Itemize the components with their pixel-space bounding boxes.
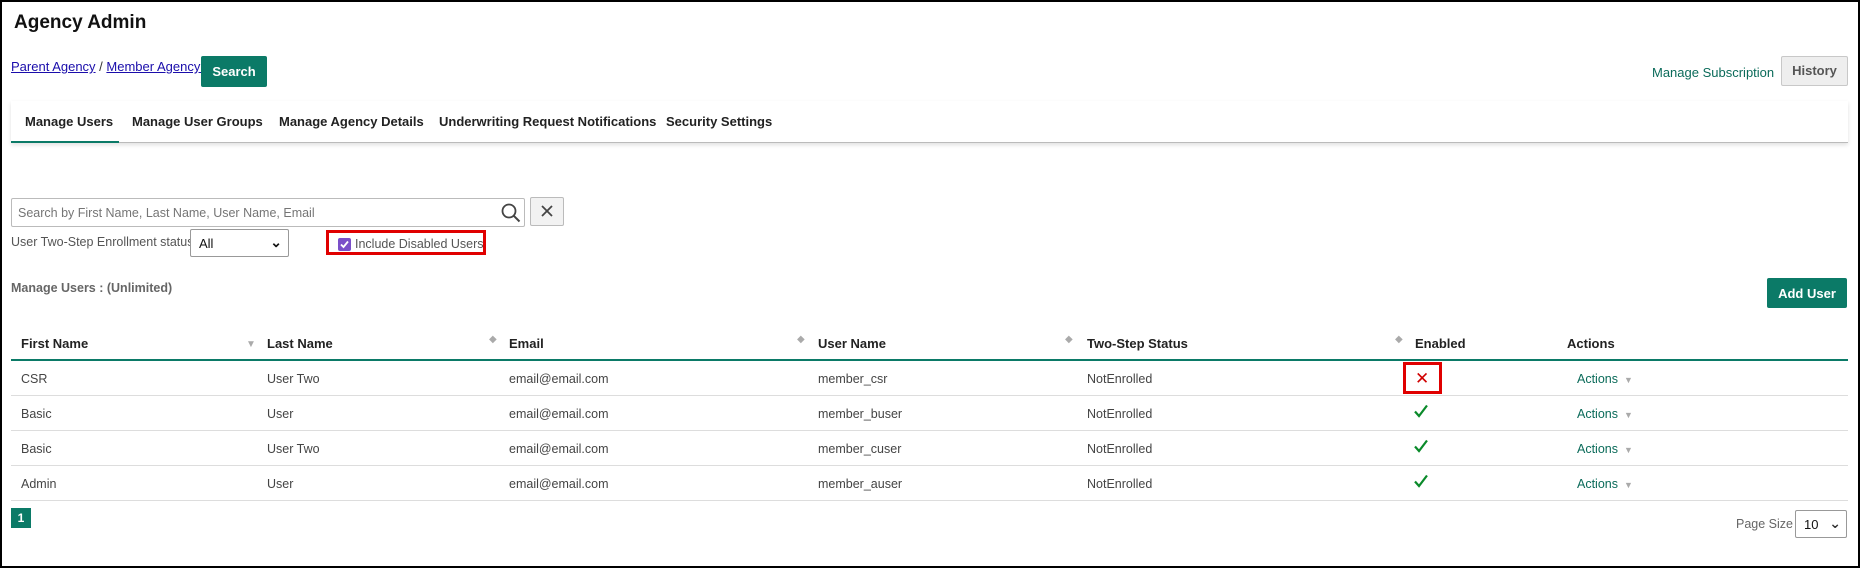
caret-down-icon: ▼ bbox=[1624, 445, 1633, 455]
caret-down-icon: ▼ bbox=[1624, 480, 1633, 490]
caret-down-icon: ▼ bbox=[1624, 375, 1633, 385]
cell-user-name: member_csr bbox=[818, 372, 888, 386]
breadcrumb-parent-agency[interactable]: Parent Agency bbox=[11, 59, 96, 74]
cell-two-step-status: NotEnrolled bbox=[1087, 407, 1153, 421]
search-icon[interactable] bbox=[500, 202, 522, 224]
actions-dropdown[interactable]: Actions ▼ bbox=[1577, 372, 1633, 386]
actions-label: Actions bbox=[1577, 477, 1618, 491]
cell-email: email@email.com bbox=[509, 442, 609, 456]
table-header: First Name ▼ Last Name ◆ Email ◆ User Na… bbox=[11, 330, 1848, 361]
page-size-label: Page Size bbox=[1736, 517, 1793, 531]
tab-manage-user-groups[interactable]: Manage User Groups bbox=[132, 101, 263, 143]
include-disabled-highlight: Include Disabled Users bbox=[326, 230, 486, 255]
tab-underwriting-request-notifications[interactable]: Underwriting Request Notifications bbox=[439, 101, 656, 143]
users-count-label: Manage Users : (Unlimited) bbox=[11, 281, 173, 295]
cell-last-name: User Two bbox=[267, 442, 320, 456]
column-user-name[interactable]: User Name bbox=[818, 336, 886, 351]
caret-down-icon: ▼ bbox=[1624, 410, 1633, 420]
cell-email: email@email.com bbox=[509, 407, 609, 421]
sort-icon[interactable]: ◆ bbox=[489, 335, 497, 345]
table-row: Basic User email@email.com member_buser … bbox=[11, 396, 1848, 431]
page-size-select[interactable]: 10 ⌄ bbox=[1795, 510, 1847, 538]
breadcrumb-separator: / bbox=[95, 59, 107, 74]
check-icon bbox=[1413, 473, 1429, 494]
include-disabled-checkbox[interactable] bbox=[338, 238, 351, 251]
sort-desc-icon[interactable]: ▼ bbox=[246, 340, 256, 350]
breadcrumb: Parent Agency / Member Agency A bbox=[11, 59, 212, 74]
column-email[interactable]: Email bbox=[509, 336, 544, 351]
tab-manage-users[interactable]: Manage Users bbox=[11, 101, 119, 143]
cell-last-name: User bbox=[267, 477, 294, 491]
sort-icon[interactable]: ◆ bbox=[1395, 335, 1403, 345]
users-table: First Name ▼ Last Name ◆ Email ◆ User Na… bbox=[11, 330, 1848, 501]
search-button[interactable]: Search bbox=[201, 56, 267, 87]
enrollment-status-value: All bbox=[199, 236, 214, 251]
actions-label: Actions bbox=[1577, 372, 1618, 386]
cell-user-name: member_buser bbox=[818, 407, 903, 421]
disabled-highlight: ✕ bbox=[1403, 362, 1442, 394]
tab-manage-agency-details[interactable]: Manage Agency Details bbox=[279, 101, 424, 143]
chevron-down-icon: ⌄ bbox=[1829, 515, 1841, 531]
add-user-button[interactable]: Add User bbox=[1767, 278, 1847, 308]
cell-two-step-status: NotEnrolled bbox=[1087, 372, 1153, 386]
table-row: Admin User email@email.com member_auser … bbox=[11, 466, 1848, 501]
cell-first-name: Basic bbox=[21, 407, 52, 421]
cell-email: email@email.com bbox=[509, 477, 609, 491]
tab-label: Manage Agency Details bbox=[279, 114, 424, 129]
cell-first-name: Basic bbox=[21, 442, 52, 456]
enrollment-status-label: User Two-Step Enrollment status bbox=[11, 235, 194, 249]
cell-user-name: member_cuser bbox=[818, 442, 902, 456]
actions-label: Actions bbox=[1577, 442, 1618, 456]
close-icon bbox=[531, 205, 563, 229]
cell-first-name: CSR bbox=[21, 372, 48, 386]
page-title: Agency Admin bbox=[14, 12, 147, 33]
enrollment-status-select[interactable]: All ⌄ bbox=[190, 229, 289, 257]
column-enabled: Enabled bbox=[1415, 336, 1466, 351]
tab-label: Underwriting Request Notifications bbox=[439, 114, 657, 129]
column-last-name[interactable]: Last Name bbox=[267, 336, 333, 351]
cell-last-name: User Two bbox=[267, 372, 320, 386]
actions-label: Actions bbox=[1577, 407, 1618, 421]
pagination-page-1[interactable]: 1 bbox=[11, 508, 31, 528]
manage-subscription-link[interactable]: Manage Subscription bbox=[1652, 65, 1774, 80]
table-row: Basic User Two email@email.com member_cu… bbox=[11, 431, 1848, 466]
chevron-down-icon: ⌄ bbox=[270, 234, 282, 250]
actions-dropdown[interactable]: Actions ▼ bbox=[1577, 442, 1633, 456]
column-two-step-status[interactable]: Two-Step Status bbox=[1087, 336, 1188, 351]
column-first-name[interactable]: First Name bbox=[21, 336, 88, 351]
column-actions: Actions bbox=[1567, 336, 1615, 351]
cell-two-step-status: NotEnrolled bbox=[1087, 477, 1153, 491]
tab-label: Manage User Groups bbox=[132, 114, 263, 129]
tab-security-settings[interactable]: Security Settings bbox=[666, 101, 772, 143]
cell-two-step-status: NotEnrolled bbox=[1087, 442, 1153, 456]
tab-label: Manage Users bbox=[25, 114, 114, 129]
history-button[interactable]: History bbox=[1781, 56, 1848, 86]
sort-icon[interactable]: ◆ bbox=[1065, 335, 1073, 345]
clear-search-button[interactable] bbox=[530, 197, 564, 226]
x-icon: ✕ bbox=[1415, 369, 1430, 388]
cell-last-name: User bbox=[267, 407, 294, 421]
include-disabled-label: Include Disabled Users bbox=[355, 237, 484, 251]
table-row: CSR User Two email@email.com member_csr … bbox=[11, 361, 1848, 396]
tab-label: Security Settings bbox=[666, 114, 773, 129]
sort-icon[interactable]: ◆ bbox=[797, 335, 805, 345]
search-box bbox=[11, 198, 525, 227]
breadcrumb-member-agency[interactable]: Member Agency A bbox=[106, 59, 212, 74]
search-input[interactable] bbox=[18, 203, 478, 223]
cell-first-name: Admin bbox=[21, 477, 57, 491]
cell-user-name: member_auser bbox=[818, 477, 903, 491]
actions-dropdown[interactable]: Actions ▼ bbox=[1577, 407, 1633, 421]
tab-bar: Manage Users Manage User Groups Manage A… bbox=[11, 101, 1848, 143]
cell-email: email@email.com bbox=[509, 372, 609, 386]
page-size-value: 10 bbox=[1804, 517, 1819, 532]
check-icon bbox=[1413, 438, 1429, 459]
actions-dropdown[interactable]: Actions ▼ bbox=[1577, 477, 1633, 491]
check-icon bbox=[1413, 403, 1429, 424]
